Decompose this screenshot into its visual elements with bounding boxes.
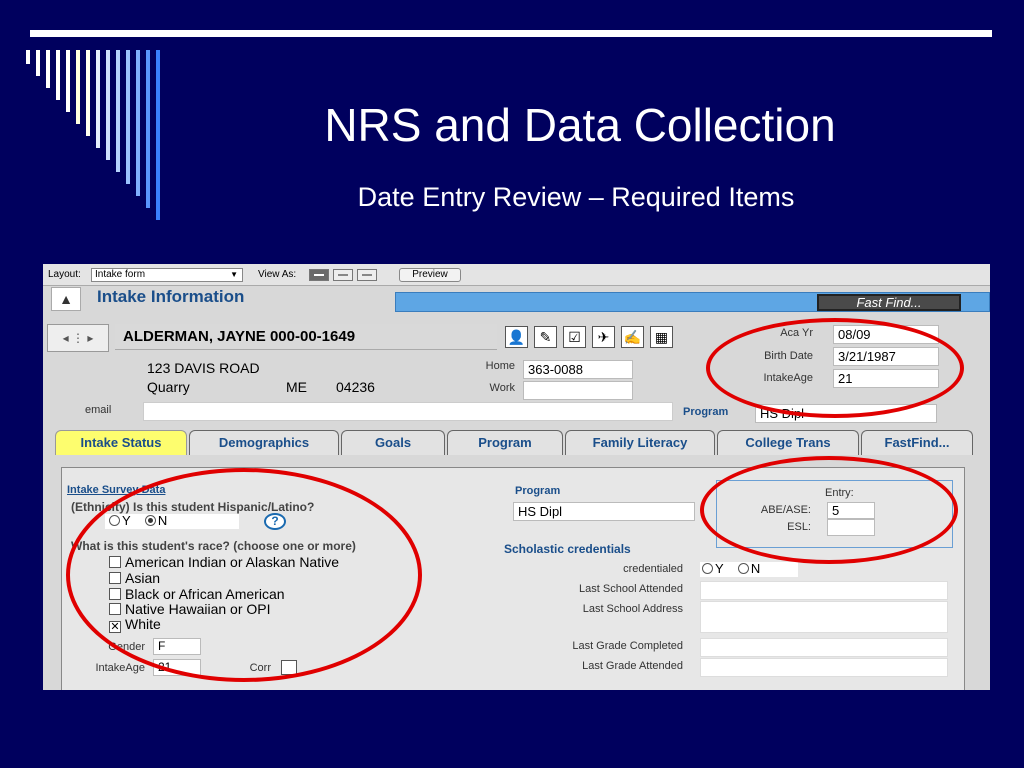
credentialed-no-label: N [750, 561, 761, 576]
last-grade-attended-field[interactable] [700, 658, 948, 677]
last-grade-completed-field[interactable] [700, 638, 948, 657]
work-phone-field[interactable] [523, 381, 633, 400]
slide-title: NRS and Data Collection [324, 99, 836, 151]
view-table-button[interactable] [357, 269, 377, 281]
state-field[interactable]: ME [286, 379, 307, 395]
pencil-icon[interactable]: ✎ [534, 326, 557, 348]
view-as-label: View As: [258, 269, 297, 280]
student-name: ALDERMAN, JAYNE 000-00-1649 [115, 324, 497, 350]
last-grade-attended-label: Last Grade Attended [582, 660, 683, 672]
email-field[interactable] [143, 402, 673, 421]
form-title: Intake Information [97, 287, 245, 306]
last-school-address-field[interactable] [700, 601, 948, 633]
credentialed-radio-group: Y N [700, 562, 798, 577]
slide-top-rule [30, 30, 992, 37]
view-form-button[interactable] [309, 269, 329, 281]
tab-program[interactable]: Program [447, 430, 563, 455]
layout-select[interactable]: Intake form ▼ [91, 268, 243, 282]
view-list-button[interactable] [333, 269, 353, 281]
last-school-field[interactable] [700, 581, 948, 600]
credentialed-no-radio[interactable] [737, 563, 749, 574]
layout-label: Layout: [48, 269, 81, 280]
chevron-down-icon: ▼ [230, 270, 238, 279]
preview-button[interactable]: Preview [399, 268, 461, 282]
highlight-oval-info [706, 318, 964, 418]
last-school-address-label: Last School Address [582, 603, 683, 615]
highlight-oval-survey [66, 468, 422, 682]
tab-family-literacy[interactable]: Family Literacy [565, 430, 715, 455]
ged-icon[interactable]: ✈ [592, 326, 615, 348]
last-grade-completed-label: Last Grade Completed [572, 640, 683, 652]
intake-age-survey-label: IntakeAge [95, 662, 145, 674]
zip-field[interactable]: 04236 [336, 379, 375, 395]
tab-demographics[interactable]: Demographics [189, 430, 339, 455]
home-icon[interactable]: ▲ [51, 287, 81, 311]
fast-find-button[interactable]: Fast Find... [817, 294, 961, 311]
person-icon[interactable]: 👤 [505, 326, 528, 348]
address-field[interactable]: 123 DAVIS ROAD [147, 360, 260, 376]
checklist-icon[interactable]: ☑ [563, 326, 586, 348]
last-school-label: Last School Attended [579, 583, 683, 595]
building-icon[interactable]: ▦ [650, 326, 673, 348]
slide-subtitle: Date Entry Review – Required Items [357, 182, 795, 212]
credentialed-yes-label: Y [715, 561, 724, 576]
abc-icon[interactable]: ✍ [621, 326, 644, 348]
program-panel-field[interactable]: HS Dipl [513, 502, 695, 521]
layout-toolbar: Layout: Intake form ▼ View As: Preview [43, 264, 990, 286]
tab-intake-status[interactable]: Intake Status [55, 430, 187, 455]
layout-select-value: Intake form [95, 269, 146, 280]
work-phone-label: Work [489, 382, 515, 394]
city-field[interactable]: Quarry [147, 379, 190, 395]
program-label: Program [683, 406, 729, 418]
record-nav-icon[interactable]: ◂ ⋮ ▸ [47, 324, 109, 352]
tab-college-trans[interactable]: College Trans [717, 430, 859, 455]
tab-fastfind[interactable]: FastFind... [861, 430, 973, 455]
scholastic-credentials-label: Scholastic credentials [504, 542, 631, 556]
tab-goals[interactable]: Goals [341, 430, 445, 455]
form-header: ▲ Intake Information Fast Find... [43, 286, 990, 314]
home-phone-field[interactable]: 363-0088 [523, 360, 633, 379]
credentialed-label: credentialed [623, 563, 683, 575]
highlight-oval-entry [700, 456, 958, 564]
credentialed-yes-radio[interactable] [702, 563, 713, 574]
home-phone-label: Home [485, 360, 515, 372]
email-label: email [85, 404, 112, 416]
program-panel-label: Program [515, 485, 561, 497]
